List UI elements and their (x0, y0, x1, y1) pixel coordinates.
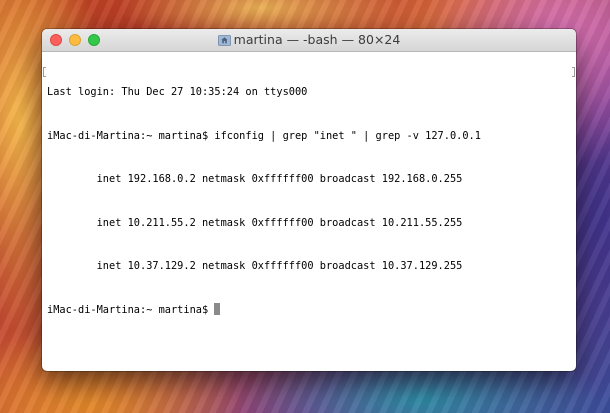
terminal-line-output: inet 192.168.0.2 netmask 0xffffff00 broa… (47, 173, 463, 185)
terminal-line-output: inet 10.211.55.2 netmask 0xffffff00 broa… (47, 216, 463, 229)
terminal-content[interactable]: Last login: Thu Dec 27 10:35:24 on ttys0… (42, 52, 576, 371)
terminal-line-last-login: Last login: Thu Dec 27 10:35:24 on ttys0… (47, 86, 308, 98)
right-margin-bracket (572, 67, 575, 77)
terminal-prompt-line[interactable]: iMac-di-Martina:~ martina$ (47, 302, 571, 318)
shell-prompt: iMac-di-Martina:~ martina$ (47, 303, 215, 316)
terminal-window[interactable]: martina — -bash — 80×24 Last login: Thu … (42, 29, 576, 371)
window-title: martina — -bash — 80×24 (42, 33, 576, 47)
text-cursor (214, 302, 221, 315)
title-bar[interactable]: martina — -bash — 80×24 (42, 29, 576, 52)
terminal-line-output: inet 10.37.129.2 netmask 0xffffff00 broa… (47, 260, 463, 272)
home-folder-icon (217, 34, 231, 46)
left-margin-bracket (43, 67, 46, 77)
terminal-line-command: iMac-di-Martina:~ martina$ ifconfig | gr… (47, 129, 481, 142)
window-title-text: martina — -bash — 80×24 (233, 32, 401, 47)
